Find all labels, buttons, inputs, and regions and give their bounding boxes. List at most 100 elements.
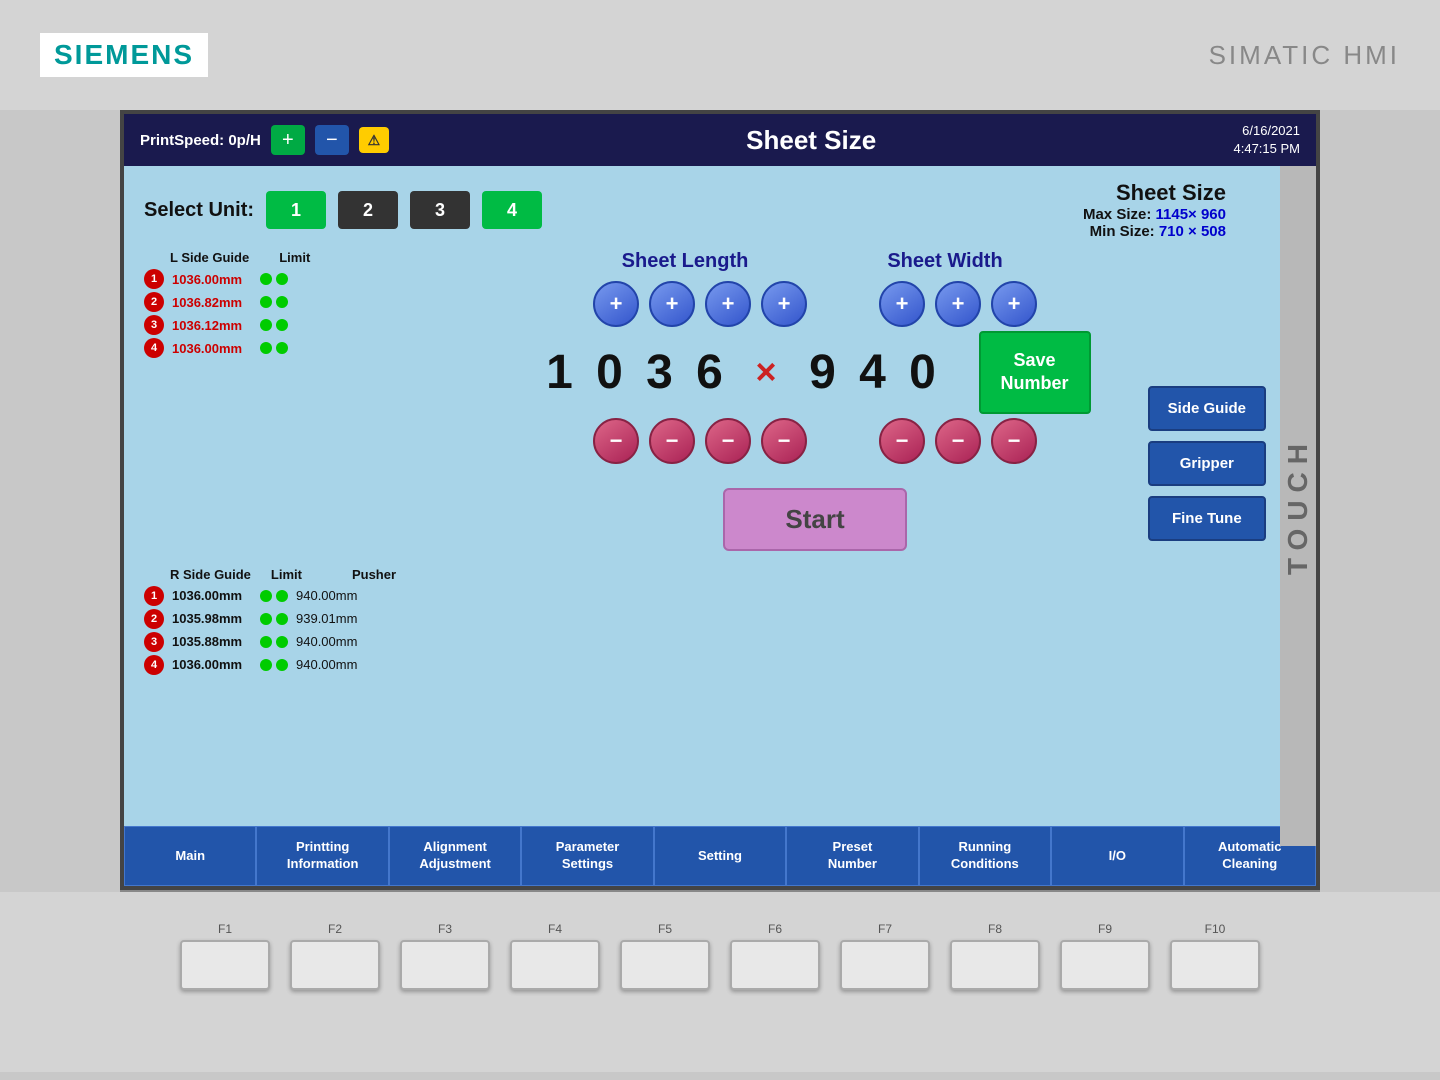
- r-guide-row-2: 2 1035.98mm 939.01mm: [144, 609, 1266, 629]
- length-minus-4[interactable]: −: [761, 418, 807, 464]
- fn-label-f4: F4: [548, 922, 562, 936]
- r-guide-val-3: 1035.88mm: [172, 634, 252, 649]
- fn-button-f1[interactable]: [180, 940, 270, 990]
- minus-row: − − − − − − −: [593, 418, 1037, 464]
- fn-button-f2[interactable]: [290, 940, 380, 990]
- width-plus-2[interactable]: +: [935, 281, 981, 327]
- length-minus-1[interactable]: −: [593, 418, 639, 464]
- r-guide-dots-3: [260, 636, 288, 648]
- width-digits: 9 4 0: [803, 345, 943, 400]
- r-guide-row-1: 1 1036.00mm 940.00mm: [144, 586, 1266, 606]
- fn-label-f7: F7: [878, 922, 892, 936]
- max-size-value: 1145× 960: [1156, 206, 1227, 223]
- l-side-guide-table: L Side Guide Limit 1 1036.00mm 2 1036.82: [144, 250, 344, 551]
- length-digits: 1 0 3 6: [539, 345, 729, 400]
- length-plus-3[interactable]: +: [705, 281, 751, 327]
- start-button[interactable]: Start: [723, 488, 906, 551]
- l-guide-row-2: 2 1036.82mm: [144, 292, 344, 312]
- width-plus-1[interactable]: +: [879, 281, 925, 327]
- fn-label-f1: F1: [218, 922, 232, 936]
- header-bar: PrintSpeed: 0p/H + − ⚠ Sheet Size 6/16/2…: [124, 114, 1316, 166]
- width-minus-3[interactable]: −: [991, 418, 1037, 464]
- width-plus-3[interactable]: +: [991, 281, 1037, 327]
- length-digit-1: 1: [539, 345, 579, 400]
- unit-btn-4[interactable]: 4: [482, 191, 542, 229]
- header-minus-button[interactable]: −: [315, 125, 349, 155]
- l-guide-val-1: 1036.00mm: [172, 272, 252, 287]
- digits-row: 1 0 3 6 × 9 4 0 SaveNumber: [539, 331, 1090, 414]
- r-guide-dots-4: [260, 659, 288, 671]
- sheet-controls: Sheet Length Sheet Width + + + +: [364, 250, 1266, 551]
- nav-parameter[interactable]: ParameterSettings: [521, 826, 653, 886]
- top-row: Select Unit: 1 2 3 4 Sheet Size Max Size…: [144, 180, 1266, 240]
- bottom-bezel: F1 F2 F3 F4 F5 F6 F7 F8: [0, 892, 1440, 1072]
- length-plus-1[interactable]: +: [593, 281, 639, 327]
- select-unit-label: Select Unit:: [144, 199, 254, 222]
- gripper-button[interactable]: Gripper: [1148, 441, 1266, 486]
- fn-button-f7[interactable]: [840, 940, 930, 990]
- fn-button-f10[interactable]: [1170, 940, 1260, 990]
- unit-btn-2[interactable]: 2: [338, 191, 398, 229]
- fn-button-f4[interactable]: [510, 940, 600, 990]
- middle-section: L Side Guide Limit 1 1036.00mm 2 1036.82: [144, 250, 1266, 551]
- nav-io[interactable]: I/O: [1051, 826, 1183, 886]
- nav-preset[interactable]: PresetNumber: [786, 826, 918, 886]
- r-guide-num-2: 2: [144, 609, 164, 629]
- length-minus-3[interactable]: −: [705, 418, 751, 464]
- r-dot-4b: [276, 659, 288, 671]
- width-minus-group: − − −: [879, 418, 1037, 464]
- width-digit-2: 4: [853, 345, 893, 400]
- sheet-length-title: Sheet Length: [595, 250, 775, 273]
- fn-label-f2: F2: [328, 922, 342, 936]
- length-digit-3: 3: [639, 345, 679, 400]
- r-dot-3b: [276, 636, 288, 648]
- fine-tune-button[interactable]: Fine Tune: [1148, 496, 1266, 541]
- save-number-button[interactable]: SaveNumber: [979, 331, 1091, 414]
- fn-button-f8[interactable]: [950, 940, 1040, 990]
- length-minus-group: − − − −: [593, 418, 807, 464]
- length-plus-2[interactable]: +: [649, 281, 695, 327]
- fn-button-f5[interactable]: [620, 940, 710, 990]
- l-guide-row-1: 1 1036.00mm: [144, 269, 344, 289]
- dot-1a: [260, 273, 272, 285]
- nav-printing-info[interactable]: PrinttingInformation: [256, 826, 388, 886]
- dot-2b: [276, 296, 288, 308]
- width-digit-3: 0: [903, 345, 943, 400]
- unit-btn-1[interactable]: 1: [266, 191, 326, 229]
- fn-button-f3[interactable]: [400, 940, 490, 990]
- r-guide-val-4: 1036.00mm: [172, 657, 252, 672]
- header-left: PrintSpeed: 0p/H + − ⚠: [140, 125, 389, 155]
- nav-alignment[interactable]: AlignmentAdjustment: [389, 826, 521, 886]
- side-guide-button[interactable]: Side Guide: [1148, 386, 1266, 431]
- unit-btn-3[interactable]: 3: [410, 191, 470, 229]
- width-plus-group: + + +: [879, 281, 1037, 327]
- l-guide-dots-2: [260, 296, 288, 308]
- sheet-controls-header: Sheet Length Sheet Width: [595, 250, 1035, 273]
- l-guide-val-4: 1036.00mm: [172, 341, 252, 356]
- header-plus-button[interactable]: +: [271, 125, 305, 155]
- fn-button-f6[interactable]: [730, 940, 820, 990]
- dot-3b: [276, 319, 288, 331]
- r-guide-val-2: 1035.98mm: [172, 611, 252, 626]
- length-plus-4[interactable]: +: [761, 281, 807, 327]
- nav-setting[interactable]: Setting: [654, 826, 786, 886]
- fn-button-f9[interactable]: [1060, 940, 1150, 990]
- header-warn-button[interactable]: ⚠: [359, 127, 389, 153]
- min-size-label: Min Size:: [1090, 223, 1155, 240]
- r-pusher-val-2: 939.01mm: [296, 611, 376, 626]
- right-buttons-group: Side Guide Gripper Fine Tune: [1148, 386, 1266, 541]
- start-btn-area: Start: [723, 488, 906, 551]
- r-guide-col2-header: Limit: [271, 567, 302, 582]
- length-minus-2[interactable]: −: [649, 418, 695, 464]
- nav-running[interactable]: RunningConditions: [919, 826, 1051, 886]
- width-minus-2[interactable]: −: [935, 418, 981, 464]
- r-guide-row-4: 4 1036.00mm 940.00mm: [144, 655, 1266, 675]
- r-side-guide-section: R Side Guide Limit Pusher 1 1036.00mm 94…: [144, 567, 1266, 678]
- fn-key-f6: F6: [730, 922, 820, 990]
- fn-key-f10: F10: [1170, 922, 1260, 990]
- length-digit-2: 0: [589, 345, 629, 400]
- content-area: Select Unit: 1 2 3 4 Sheet Size Max Size…: [124, 166, 1316, 826]
- l-guide-val-3: 1036.12mm: [172, 318, 252, 333]
- nav-main[interactable]: Main: [124, 826, 256, 886]
- width-minus-1[interactable]: −: [879, 418, 925, 464]
